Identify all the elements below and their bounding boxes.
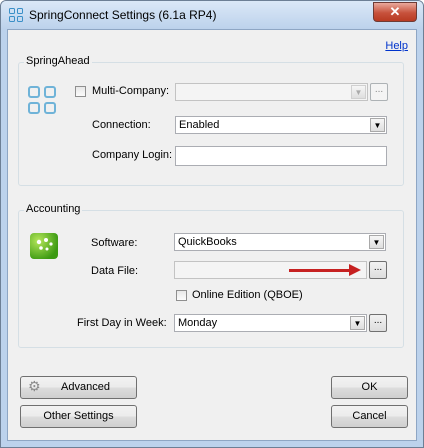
accounting-group-title: Accounting <box>24 203 83 215</box>
software-value: QuickBooks <box>178 236 237 248</box>
chevron-down-icon[interactable]: ▼ <box>370 118 385 132</box>
springahead-group-title: SpringAhead <box>24 55 92 67</box>
window-title: SpringConnect Settings (6.1a RP4) <box>29 8 217 22</box>
connection-select[interactable]: Enabled ▼ <box>175 116 387 134</box>
multi-company-browse-button[interactable]: ... <box>370 83 388 101</box>
software-label: Software: <box>91 237 138 249</box>
multi-company-select[interactable]: ▼ <box>175 83 368 101</box>
multi-company-checkbox[interactable] <box>75 86 86 97</box>
connection-label: Connection: <box>92 119 151 131</box>
data-file-browse-button[interactable]: ... <box>369 261 387 279</box>
online-edition-checkbox[interactable] <box>176 290 187 301</box>
first-day-label: First Day in Week: <box>77 317 167 329</box>
chevron-down-icon[interactable]: ▼ <box>350 316 365 330</box>
other-settings-button[interactable]: Other Settings <box>20 405 137 428</box>
first-day-browse-button[interactable]: ... <box>369 314 387 332</box>
software-select[interactable]: QuickBooks ▼ <box>174 233 386 251</box>
advanced-button-label: Advanced <box>61 381 110 393</box>
quickbooks-logo-icon <box>30 233 58 259</box>
data-file-label: Data File: <box>91 265 139 277</box>
help-link[interactable]: Help <box>385 40 408 52</box>
dialog-client-area: Help SpringAhead Multi-Company: ▼ ... Co… <box>7 29 417 441</box>
title-bar[interactable]: SpringConnect Settings (6.1a RP4) ✕ <box>1 1 423 29</box>
first-day-select[interactable]: Monday ▼ <box>174 314 367 332</box>
company-login-label: Company Login: <box>92 149 173 161</box>
ok-button[interactable]: OK <box>331 376 408 399</box>
first-day-value: Monday <box>178 317 218 329</box>
chevron-down-icon[interactable]: ▼ <box>369 235 384 249</box>
cancel-button[interactable]: Cancel <box>331 405 408 428</box>
springahead-group: SpringAhead Multi-Company: ▼ ... Connect… <box>18 55 404 186</box>
company-login-input[interactable] <box>175 146 387 166</box>
close-button[interactable]: ✕ <box>373 2 417 22</box>
gear-icon: ⚙ <box>28 379 41 395</box>
multi-company-label: Multi-Company: <box>92 85 170 97</box>
advanced-button[interactable]: ⚙ Advanced <box>20 376 137 399</box>
annotation-arrow-head <box>349 264 361 276</box>
settings-window: SpringConnect Settings (6.1a RP4) ✕ Help… <box>0 0 424 448</box>
springconnect-app-icon <box>9 8 23 22</box>
springahead-logo-icon <box>28 86 61 119</box>
accounting-group: Accounting Software: QuickBooks ▼ Data F… <box>18 203 404 348</box>
chevron-down-icon[interactable]: ▼ <box>351 85 366 99</box>
connection-value: Enabled <box>179 119 220 131</box>
online-edition-label: Online Edition (QBOE) <box>192 289 303 301</box>
annotation-arrow-line <box>289 269 351 272</box>
